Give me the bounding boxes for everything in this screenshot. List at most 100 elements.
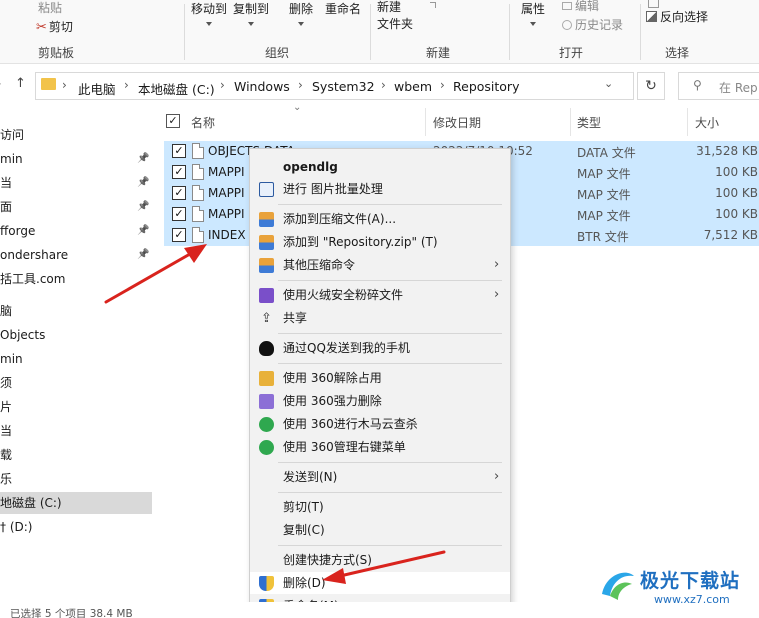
file-type: MAP 文件 bbox=[577, 209, 631, 223]
scissors-icon: ✂ bbox=[36, 20, 47, 35]
file-checkbox[interactable]: ✓ bbox=[172, 165, 186, 179]
shield-icon bbox=[259, 576, 274, 591]
nav-item[interactable]: 片 bbox=[0, 396, 152, 418]
nav-item[interactable]: 访问 bbox=[0, 124, 152, 146]
breadcrumb-system32[interactable]: System32 bbox=[312, 79, 375, 94]
nav-item[interactable]: fforge 📌 bbox=[0, 220, 152, 242]
select-all-checkbox[interactable]: ✓ bbox=[166, 114, 180, 128]
pin-icon[interactable]: 📌 bbox=[137, 220, 149, 242]
menu-item-delete[interactable]: 删除(D) bbox=[250, 572, 510, 594]
menu-item-360-scan[interactable]: 使用 360进行木马云查杀 bbox=[250, 413, 510, 435]
chevron-right-icon: › bbox=[298, 78, 303, 92]
breadcrumb-windows[interactable]: Windows bbox=[234, 79, 290, 94]
file-checkbox[interactable]: ✓ bbox=[172, 186, 186, 200]
invert-selection-button[interactable]: 反向选择 bbox=[646, 8, 708, 25]
file-size: 100 KB bbox=[715, 165, 758, 179]
file-checkbox[interactable]: ✓ bbox=[172, 144, 186, 158]
delete-dropdown-icon bbox=[298, 22, 304, 26]
pin-icon[interactable]: 📌 bbox=[137, 244, 149, 266]
search-input[interactable]: ⚲ 在 Rep bbox=[678, 72, 759, 100]
menu-item-opendlg[interactable]: opendlg bbox=[250, 156, 510, 178]
column-date[interactable]: 修改日期 bbox=[433, 114, 481, 131]
nav-item[interactable]: 当 📌 bbox=[0, 172, 152, 194]
nav-item[interactable]: 乐 bbox=[0, 468, 152, 490]
delete-button[interactable]: 删除 bbox=[289, 0, 313, 17]
menu-item-share[interactable]: ⇪ 共享 bbox=[250, 307, 510, 329]
nav-item[interactable]: † (D:) bbox=[0, 516, 152, 538]
pin-icon[interactable]: 📌 bbox=[137, 196, 149, 218]
menu-item-add-zip[interactable]: 添加到 "Repository.zip" (T) bbox=[250, 231, 510, 253]
breadcrumb-local-disk[interactable]: 本地磁盘 (C:) bbox=[138, 79, 215, 98]
open-group-label: 打开 bbox=[559, 46, 584, 60]
share-icon: ⇪ bbox=[261, 311, 272, 326]
column-divider[interactable] bbox=[425, 108, 426, 136]
nav-item-label: 当 bbox=[0, 424, 13, 438]
submenu-arrow-icon: › bbox=[494, 469, 500, 484]
cut-button[interactable]: ✂ 剪切 bbox=[36, 18, 73, 35]
menu-item-batch-image[interactable]: 进行 图片批量处理 bbox=[250, 178, 510, 200]
menu-item-360-unlock[interactable]: 使用 360解除占用 bbox=[250, 367, 510, 389]
edit-button[interactable]: 编辑 bbox=[562, 0, 599, 14]
new-folder-button[interactable]: 新建 文件夹 bbox=[377, 0, 413, 33]
pin-icon[interactable]: 📌 bbox=[137, 172, 149, 194]
status-text: 已选择 5 个项目 38.4 MB bbox=[10, 608, 133, 618]
search-placeholder: 在 Rep bbox=[719, 81, 758, 95]
breadcrumb-repository[interactable]: Repository bbox=[453, 79, 519, 94]
column-size[interactable]: 大小 bbox=[695, 114, 719, 131]
nav-item[interactable]: 须 bbox=[0, 372, 152, 394]
organize-group-label: 组织 bbox=[265, 46, 290, 60]
file-name: MAPPI bbox=[208, 207, 245, 221]
ribbon: 粘贴 ✂ 剪切 剪贴板 移动到 复制到 删除 重命名 组织 新建 文件夹 新建 属… bbox=[0, 0, 759, 64]
submenu-arrow-icon: › bbox=[494, 287, 500, 302]
copy-to-button[interactable]: 复制到 bbox=[233, 0, 269, 17]
nav-item-label: 乐 bbox=[0, 472, 13, 486]
nav-item-label: 当 bbox=[0, 176, 13, 190]
file-checkbox[interactable]: ✓ bbox=[172, 228, 186, 242]
nav-item[interactable]: 脑 bbox=[0, 300, 152, 322]
column-divider[interactable] bbox=[687, 108, 688, 136]
history-button[interactable]: 历史记录 bbox=[562, 16, 623, 33]
column-name[interactable]: 名称 bbox=[191, 114, 215, 131]
menu-item-360-force-delete[interactable]: 使用 360强力删除 bbox=[250, 390, 510, 412]
nav-item[interactable]: 面 📌 bbox=[0, 196, 152, 218]
ribbon-divider bbox=[640, 4, 641, 60]
menu-item-360-menu-manager[interactable]: 使用 360管理右键菜单 bbox=[250, 436, 510, 458]
nav-item[interactable]: min 📌 bbox=[0, 148, 152, 170]
back-arrow-icon[interactable]: › bbox=[0, 77, 1, 90]
menu-item-other-compress[interactable]: 其他压缩命令 › bbox=[250, 254, 510, 276]
nav-item[interactable]: 载 bbox=[0, 444, 152, 466]
nav-item[interactable]: 当 bbox=[0, 420, 152, 442]
menu-item-create-shortcut[interactable]: 创建快捷方式(S) bbox=[250, 549, 510, 571]
pin-icon[interactable]: 📌 bbox=[137, 148, 149, 170]
file-checkbox[interactable]: ✓ bbox=[172, 207, 186, 221]
nav-item[interactable]: 地磁盘 (C:) bbox=[0, 492, 152, 514]
nav-item[interactable]: 括工具.com bbox=[0, 268, 152, 290]
nav-item-label: min bbox=[0, 152, 23, 166]
up-arrow-icon[interactable]: ↑ bbox=[15, 76, 26, 91]
chevron-right-icon: › bbox=[381, 78, 386, 92]
nav-item[interactable]: min bbox=[0, 348, 152, 370]
new-group-label: 新建 bbox=[426, 46, 451, 60]
paste-button[interactable]: 粘贴 bbox=[38, 0, 62, 16]
address-bar[interactable]: › 此电脑 › 本地磁盘 (C:) › Windows › System32 ›… bbox=[35, 72, 634, 100]
column-divider[interactable] bbox=[570, 108, 571, 136]
breadcrumb-this-pc[interactable]: 此电脑 bbox=[78, 79, 116, 98]
menu-item-add-archive[interactable]: 添加到压缩文件(A)... bbox=[250, 208, 510, 230]
menu-item-cut[interactable]: 剪切(T) bbox=[250, 496, 510, 518]
menu-item-qq-send[interactable]: 通过QQ发送到我的手机 bbox=[250, 337, 510, 359]
menu-item-copy[interactable]: 复制(C) bbox=[250, 519, 510, 541]
file-icon bbox=[192, 206, 204, 222]
menu-item-send-to[interactable]: 发送到(N) › bbox=[250, 466, 510, 488]
history-dropdown-icon[interactable]: ⌄ bbox=[604, 77, 613, 90]
sort-chevron-icon: ⌄ bbox=[293, 102, 302, 113]
breadcrumb-wbem[interactable]: wbem bbox=[394, 79, 432, 94]
nav-item[interactable]: Objects bbox=[0, 324, 152, 346]
column-type[interactable]: 类型 bbox=[577, 114, 601, 131]
rename-button[interactable]: 重命名 bbox=[325, 0, 361, 17]
properties-button[interactable]: 属性 bbox=[521, 0, 545, 17]
nav-item[interactable]: ondershare 📌 bbox=[0, 244, 152, 266]
file-type: MAP 文件 bbox=[577, 188, 631, 202]
move-to-button[interactable]: 移动到 bbox=[191, 0, 227, 17]
refresh-button[interactable]: ↻ bbox=[637, 72, 665, 100]
menu-item-shred[interactable]: 使用火绒安全粉碎文件 › bbox=[250, 284, 510, 306]
